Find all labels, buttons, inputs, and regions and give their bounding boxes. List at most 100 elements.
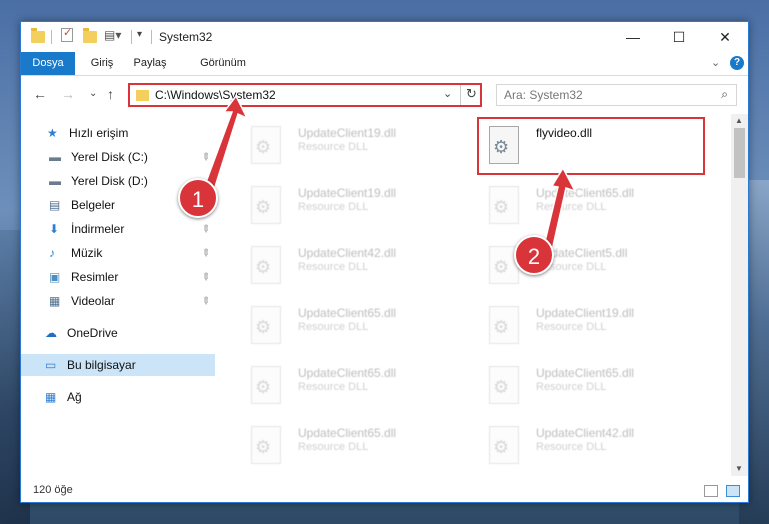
new-folder-icon[interactable] [83,28,97,43]
search-placeholder: Ara: System32 [504,88,583,102]
sidebar-item-label: Hızlı erişim [69,126,129,140]
file-name: UpdateClient65.dll [298,426,397,440]
up-icon[interactable]: ↑ [107,86,114,102]
pin-icon[interactable]: ✎ [198,222,212,236]
file-item[interactable]: UpdateClient19.dllResource DLL [241,178,471,234]
tab-share[interactable]: Paylaş [127,52,173,75]
pictures-icon: ▣ [49,270,61,284]
sidebar-item-label: OneDrive [67,326,118,340]
sidebar-item-label: Resimler [71,270,119,284]
file-item[interactable]: UpdateClient19.dllResource DLL [479,298,709,354]
title-bar: ▤▾ ▾ System32 — ☐ ✕ [21,22,748,52]
file-name: UpdateClient65.dll [298,366,397,380]
file-item[interactable]: UpdateClient19.dllResource DLL [241,118,471,174]
file-name: UpdateClient65.dll [298,306,397,320]
ribbon-expand-icon[interactable]: ⌄ [711,56,720,69]
network-icon: ▦ [45,390,57,404]
scroll-down-icon[interactable]: ▼ [735,464,743,473]
star-icon: ★ [47,126,58,140]
file-name: UpdateClient65.dll [536,366,635,380]
sidebar-item[interactable]: ☁ OneDrive [21,322,215,344]
file-item[interactable]: UpdateClient5.dllResource DLL [479,238,709,294]
scrollbar-thumb[interactable] [734,128,745,178]
ribbon-tabs: Dosya Giriş Paylaş Görünüm ⌄ ? [21,52,748,76]
file-name: UpdateClient19.dll [536,306,635,320]
address-bar[interactable]: C:\Windows\System32 ⌄ ↻ [128,83,482,107]
sidebar-item[interactable]: ⬇ İndirmeler ✎ [21,218,215,240]
sidebar-item[interactable]: ▭ Bu bilgisayar [21,354,215,376]
separator [460,85,461,105]
pin-icon[interactable]: ✎ [198,294,212,308]
scroll-up-icon[interactable]: ▲ [735,116,743,125]
file-item[interactable]: UpdateClient65.dllResource DLL [241,358,471,414]
separator [51,30,52,44]
file-type: Resource DLL [298,441,369,453]
dll-file-icon [251,126,281,164]
item-count: 120 öğe [33,484,73,496]
file-name: UpdateClient19.dll [298,186,397,200]
tab-file[interactable]: Dosya [21,52,75,75]
pin-icon[interactable]: ✎ [198,246,212,260]
pin-icon[interactable]: ✎ [198,150,212,164]
sidebar-item-label: İndirmeler [71,222,125,236]
maximize-button[interactable]: ☐ [656,22,702,52]
navigation-pane: ★ Hızlı erişim ▬ Yerel Disk (C:) ✎ ▬ Yerel Dis… [21,114,215,476]
customize-toolbar-icon[interactable]: ▤▾ [104,28,121,42]
sidebar-item-label: Müzik [71,246,103,260]
file-type: Resource DLL [536,201,607,213]
sidebar-item-label: Ağ [67,390,82,404]
refresh-icon[interactable]: ↻ [466,86,477,102]
quick-access-dropdown-icon[interactable]: ▾ [137,29,142,40]
dll-file-icon [251,366,281,404]
pin-icon[interactable]: ✎ [198,270,212,284]
onedrive-icon: ☁ [45,326,57,340]
file-item[interactable]: UpdateClient65.dllResource DLL [479,358,709,414]
close-button[interactable]: ✕ [702,22,748,52]
file-name: UpdateClient42.dll [298,246,397,260]
sidebar-item[interactable]: ★ Hızlı erişim [21,122,215,144]
dll-file-icon [251,246,281,284]
file-item[interactable]: UpdateClient42.dllResource DLL [479,418,709,474]
dll-file-icon [251,186,281,224]
file-type: Resource DLL [536,381,607,393]
sidebar-item[interactable]: ▦ Videolar ✎ [21,290,215,312]
file-explorer-window: ▤▾ ▾ System32 — ☐ ✕ Dosya Giriş Paylaş G… [20,21,749,503]
tab-view[interactable]: Görünüm [193,52,253,75]
vertical-scrollbar[interactable]: ▲ ▼ [731,114,748,476]
minimize-button[interactable]: — [610,22,656,52]
properties-icon[interactable] [61,26,73,42]
file-item[interactable]: UpdateClient65.dllResource DLL [479,178,709,234]
forward-icon[interactable]: → [61,86,75,102]
folder-icon [136,90,149,101]
search-input[interactable]: Ara: System32 ⌕ [496,84,737,106]
file-type: Resource DLL [536,441,607,453]
music-icon: ♪ [49,246,55,260]
search-icon[interactable]: ⌕ [721,87,728,102]
highlight-box [477,117,705,175]
file-type: Resource DLL [298,261,369,273]
back-icon[interactable]: ← [33,86,47,102]
file-item[interactable]: UpdateClient42.dllResource DLL [241,238,471,294]
recent-locations-icon[interactable]: ⌄ [89,88,97,99]
file-item[interactable]: UpdateClient65.dllResource DLL [241,418,471,474]
file-type: Resource DLL [536,321,607,333]
dll-file-icon [489,426,519,464]
details-view-icon[interactable] [704,485,718,497]
sidebar-item[interactable]: ♪ Müzik ✎ [21,242,215,264]
sidebar-item[interactable]: ▦ Ağ [21,386,215,408]
help-icon[interactable]: ? [730,56,744,70]
tab-home[interactable]: Giriş [81,52,123,75]
sidebar-item[interactable]: ▬ Yerel Disk (C:) ✎ [21,146,215,168]
sidebar-item[interactable]: ▣ Resimler ✎ [21,266,215,288]
sidebar-item-label: Yerel Disk (C:) [71,150,148,164]
large-icons-view-icon[interactable] [726,485,740,497]
sidebar-item-label: Bu bilgisayar [67,358,136,372]
address-path[interactable]: C:\Windows\System32 [155,88,276,102]
separator [151,30,152,44]
file-item[interactable]: UpdateClient65.dllResource DLL [241,298,471,354]
documents-icon: ▤ [49,198,61,212]
dll-file-icon [489,186,519,224]
file-name: UpdateClient19.dll [298,126,397,140]
videos-icon: ▦ [49,294,61,308]
address-dropdown-icon[interactable]: ⌄ [443,87,452,100]
